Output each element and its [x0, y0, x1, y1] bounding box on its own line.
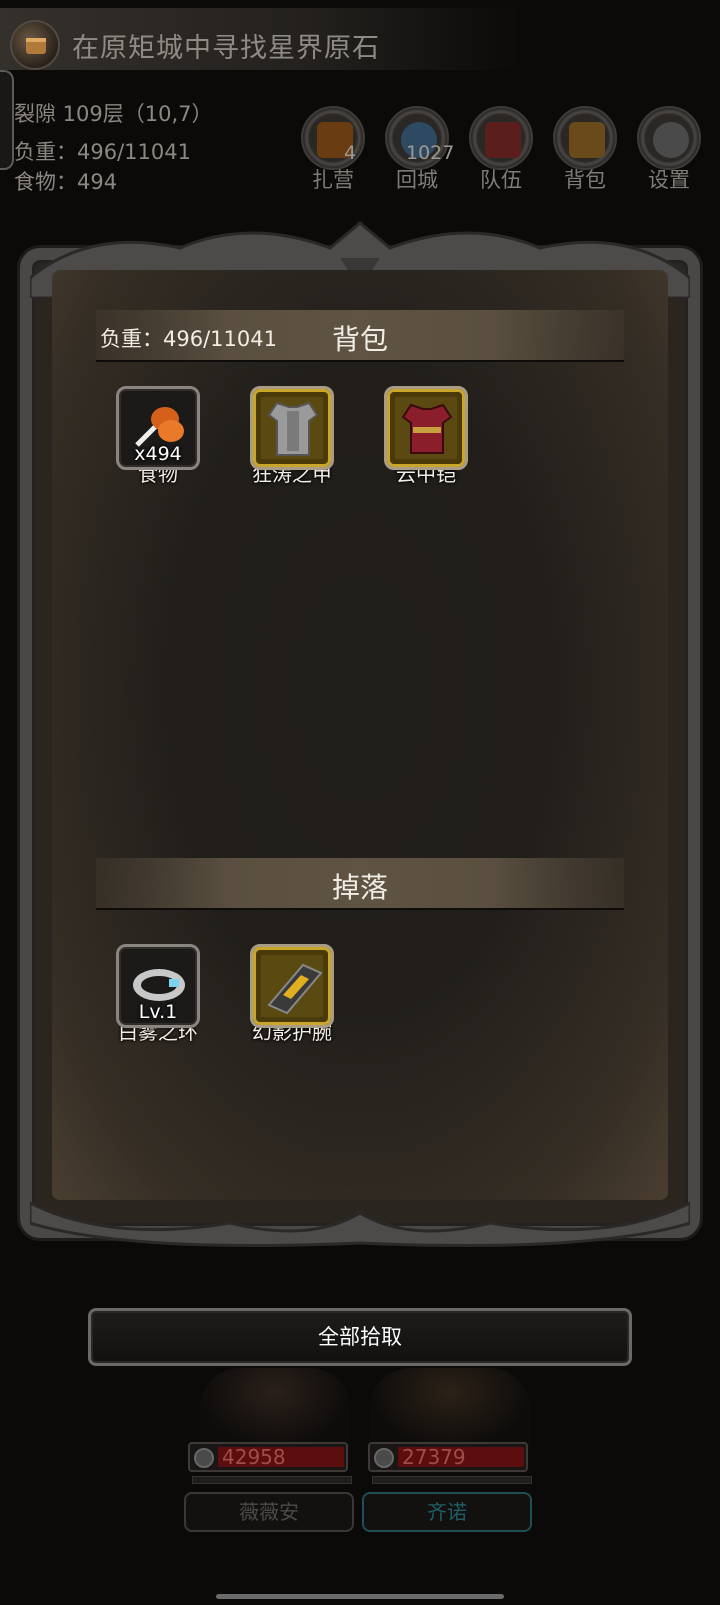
settings-button[interactable]: 设置 [636, 106, 702, 194]
backpack-button[interactable]: 背包 [552, 106, 618, 194]
item-quantity: x494 [134, 443, 182, 465]
hero-portrait[interactable] [370, 1368, 530, 1448]
bag-header: 负重：496/11041 背包 [96, 310, 624, 362]
plate-armor-icon [267, 401, 319, 456]
bag-title: 背包 [331, 323, 388, 356]
return-town-button[interactable]: 1027 回城 [384, 106, 454, 194]
item-slot [250, 944, 334, 1028]
hp-bar: 42958 [188, 1442, 348, 1472]
sword-icon [194, 1448, 214, 1468]
load-text: 负重：496/11041 [14, 140, 191, 164]
gear-icon [653, 122, 689, 158]
home-indicator[interactable] [216, 1594, 504, 1599]
left-side-tab[interactable] [0, 70, 14, 170]
hp-value: 42958 [222, 1445, 286, 1469]
item-slot [384, 386, 468, 470]
quest-scroll-icon [10, 20, 60, 70]
pickup-all-button[interactable]: 全部拾取 [88, 1308, 632, 1366]
hero-portrait[interactable] [200, 1368, 350, 1448]
mp-bar [372, 1476, 532, 1484]
item-slot: x494 [116, 386, 200, 470]
drop-item[interactable]: Lv.1 白雾之环 [110, 944, 206, 1045]
sword-icon [374, 1448, 394, 1468]
bag-item[interactable]: 云中铠 [378, 386, 474, 487]
quest-text: 在原矩城中寻找星界原石 [72, 33, 380, 64]
bag-item[interactable]: x494 食物 [110, 386, 206, 487]
red-armor-icon [401, 403, 453, 454]
bracer-icon [267, 963, 323, 1015]
ornament-bottom [30, 1201, 690, 1247]
location-text: 裂隙 109层（10,7） [14, 102, 213, 126]
item-slot: Lv.1 [116, 944, 200, 1028]
quest-bar[interactable]: 在原矩城中寻找星界原石 [0, 8, 520, 70]
drop-title: 掉落 [331, 871, 388, 904]
hp-bar: 27379 [368, 1442, 528, 1472]
drop-item[interactable]: 幻影护腕 [244, 944, 340, 1045]
hero-name-button[interactable]: 齐诺 [362, 1492, 532, 1532]
food-text: 食物：494 [14, 170, 118, 194]
drop-header: 掉落 [96, 858, 624, 910]
chest-icon [569, 122, 605, 158]
item-level: Lv.1 [138, 1001, 178, 1023]
hp-value: 27379 [402, 1445, 466, 1469]
mp-bar [192, 1476, 352, 1484]
team-button[interactable]: 队伍 [468, 106, 534, 194]
hero-name-button[interactable]: 薇薇安 [184, 1492, 354, 1532]
bag-item[interactable]: 狂涛之甲 [244, 386, 340, 487]
loot-panel [20, 218, 700, 1248]
camp-count: 4 [344, 142, 357, 164]
item-slot [250, 386, 334, 470]
camp-button[interactable]: 4 扎营 [300, 106, 366, 194]
return-town-count: 1027 [406, 142, 455, 164]
banner-icon [485, 122, 521, 158]
